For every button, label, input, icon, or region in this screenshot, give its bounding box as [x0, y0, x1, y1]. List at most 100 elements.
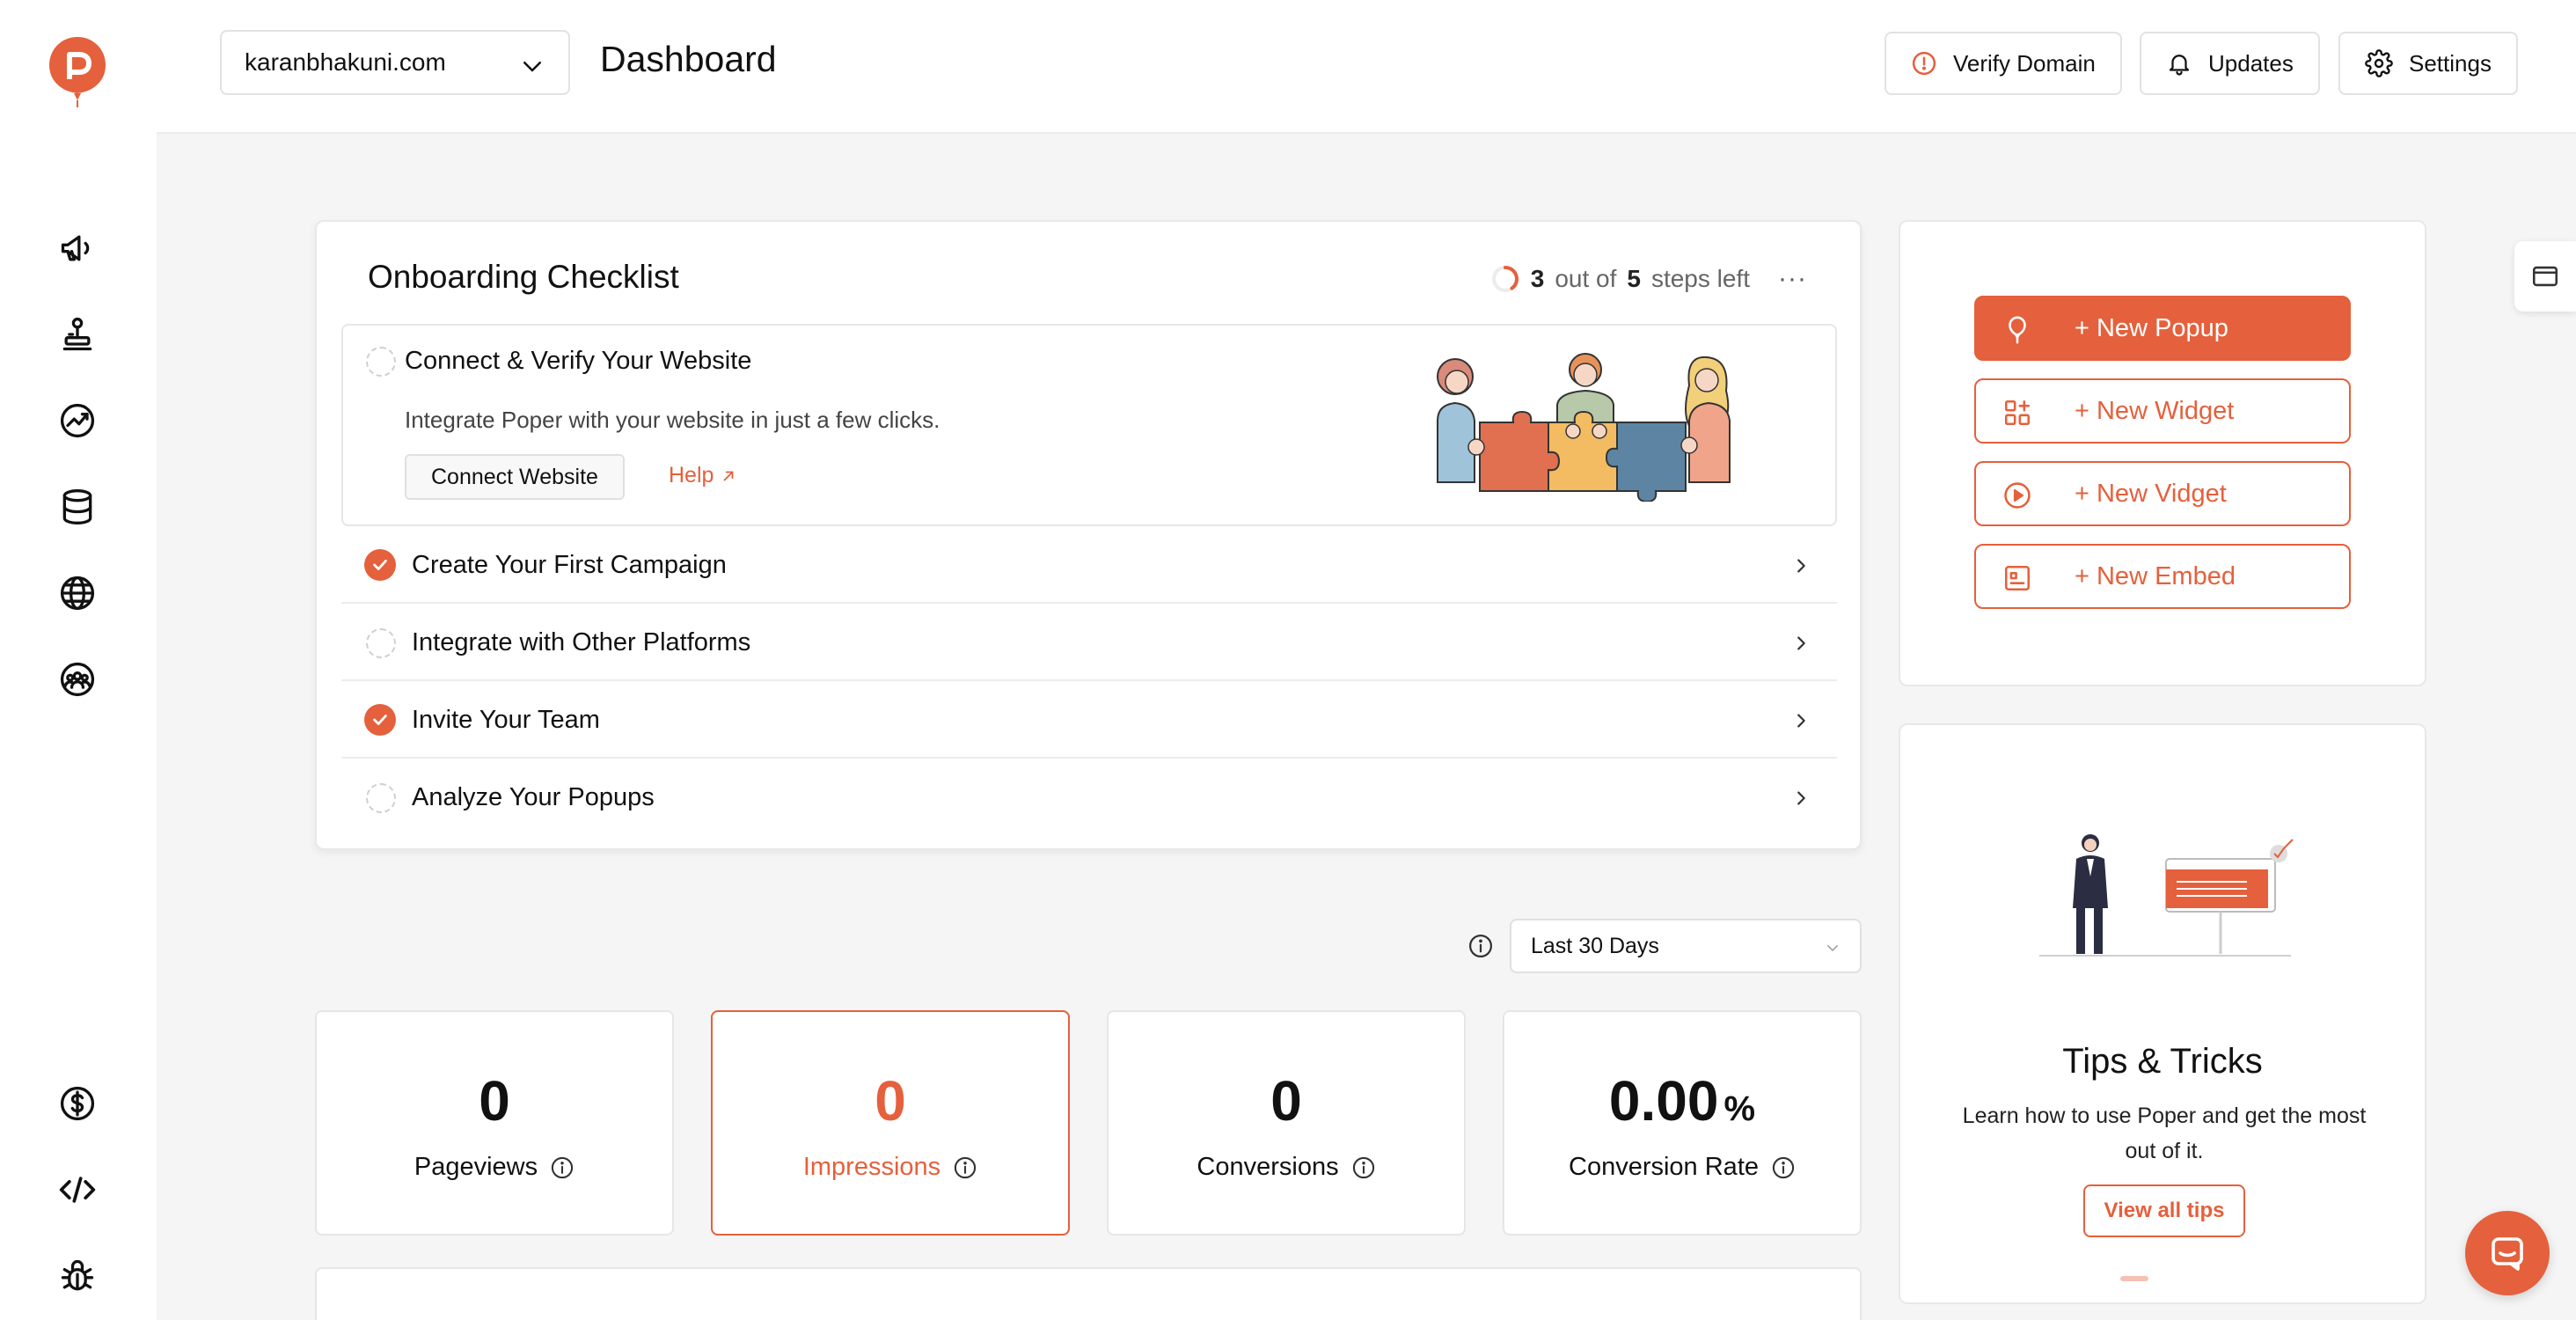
stat-number: 0	[1270, 1069, 1302, 1133]
domain-value: karanbhakuni.com	[245, 48, 446, 76]
info-icon[interactable]	[1467, 933, 1494, 959]
connect-website-button[interactable]: Connect Website	[405, 454, 625, 500]
stat-label: Pageviews	[317, 1153, 672, 1182]
more-options-icon[interactable]: ···	[1778, 264, 1807, 294]
step-description: Integrate Poper with your website in jus…	[405, 407, 940, 433]
date-range-select[interactable]: Last 30 Days	[1510, 919, 1862, 973]
step-title: Create Your First Campaign	[412, 551, 727, 579]
widget-icon	[2002, 398, 2032, 428]
stat-value: 0	[713, 1068, 1068, 1133]
chevron-right-icon	[1791, 556, 1811, 576]
step-pending-icon	[366, 347, 396, 377]
chevron-right-icon	[1791, 634, 1811, 653]
globe-icon[interactable]	[55, 570, 100, 616]
alert-info-icon	[1911, 50, 1937, 77]
step-done-check-icon	[364, 704, 396, 736]
stat-impressions[interactable]: 0 Impressions	[711, 1010, 1070, 1236]
arrow-up-right-icon	[721, 468, 736, 484]
database-icon[interactable]	[55, 484, 100, 530]
steps-out-of: out of	[1555, 265, 1617, 292]
steps-suffix: steps left	[1650, 265, 1751, 292]
analytics-chart-card	[315, 1267, 1862, 1320]
step-integrate-platforms[interactable]: Integrate with Other Platforms	[341, 604, 1837, 681]
stat-value: 0	[1109, 1068, 1464, 1133]
stat-pageviews[interactable]: 0 Pageviews	[315, 1010, 674, 1236]
stat-value: 0.00%	[1504, 1068, 1860, 1133]
chevron-down-icon	[519, 53, 545, 79]
joystick-icon[interactable]	[55, 312, 100, 357]
stat-number: 0.00	[1608, 1069, 1719, 1133]
info-icon[interactable]	[1771, 1155, 1796, 1180]
stat-label-text: Conversion Rate	[1569, 1153, 1759, 1181]
step-create-campaign[interactable]: Create Your First Campaign	[341, 526, 1837, 604]
new-vidget-label: + New Vidget	[2075, 479, 2227, 508]
code-icon[interactable]	[55, 1167, 100, 1213]
steps-remaining: 3	[1530, 265, 1545, 292]
updates-button[interactable]: Updates	[2140, 32, 2320, 95]
info-icon[interactable]	[953, 1155, 977, 1180]
step-analyze-popups[interactable]: Analyze Your Popups	[341, 759, 1837, 836]
tips-description: Learn how to use Poper and get the most …	[1962, 1104, 2367, 1163]
new-popup-button[interactable]: + New Popup	[1974, 296, 2351, 361]
stat-conversion-rate[interactable]: 0.00% Conversion Rate	[1503, 1010, 1862, 1236]
page-title: Dashboard	[600, 39, 777, 79]
progress-ring-icon	[1490, 264, 1520, 294]
date-range-value: Last 30 Days	[1531, 933, 1659, 958]
settings-button[interactable]: Settings	[2338, 32, 2518, 95]
sidebar	[0, 0, 157, 1320]
view-all-tips-button[interactable]: View all tips	[2083, 1184, 2245, 1237]
quick-actions-card: + New Popup + New Widget + New Vidget + …	[1899, 220, 2426, 686]
stat-label: Conversions	[1109, 1153, 1464, 1182]
chevron-down-icon	[1825, 940, 1841, 956]
poper-logo[interactable]	[48, 35, 107, 109]
new-embed-button[interactable]: + New Embed	[1974, 544, 2351, 609]
step-invite-team[interactable]: Invite Your Team	[341, 681, 1837, 759]
new-vidget-button[interactable]: + New Vidget	[1974, 461, 2351, 526]
new-widget-button[interactable]: + New Widget	[1974, 378, 2351, 444]
step-pending-icon	[366, 783, 396, 813]
step-title: Invite Your Team	[412, 706, 600, 734]
embed-icon	[2002, 563, 2032, 593]
stat-number: 0	[479, 1069, 510, 1133]
bug-icon[interactable]	[55, 1253, 100, 1299]
step-pending-icon	[366, 628, 396, 658]
team-puzzle-illustration	[1425, 350, 1751, 502]
team-icon[interactable]	[55, 656, 100, 702]
stat-number: 0	[875, 1069, 906, 1133]
help-link[interactable]: Help	[669, 463, 736, 488]
stat-suffix: %	[1723, 1089, 1756, 1128]
step-title: Integrate with Other Platforms	[412, 628, 751, 656]
step-title: Connect & Verify Your Website	[405, 347, 752, 375]
onboarding-progress: 3 out of 5 steps left ···	[1490, 264, 1807, 294]
stat-label-text: Impressions	[802, 1153, 941, 1181]
domain-select[interactable]: karanbhakuni.com	[220, 30, 570, 95]
side-panel-toggle[interactable]	[2514, 241, 2576, 312]
steps-total: 5	[1627, 265, 1641, 292]
info-icon[interactable]	[550, 1155, 574, 1180]
step-connect-website: Connect & Verify Your Website Integrate …	[341, 324, 1837, 526]
new-embed-label: + New Embed	[2075, 561, 2236, 590]
tips-illustration	[2032, 824, 2305, 991]
tips-title: Tips & Tricks	[2062, 1042, 2263, 1081]
new-widget-label: + New Widget	[2075, 396, 2235, 425]
trend-chart-icon[interactable]	[55, 398, 100, 444]
carousel-indicator[interactable]	[2120, 1276, 2148, 1281]
megaphone-icon[interactable]	[55, 225, 100, 271]
verify-domain-button[interactable]: Verify Domain	[1884, 32, 2122, 95]
updates-label: Updates	[2208, 49, 2294, 77]
dollar-icon[interactable]	[55, 1081, 100, 1126]
stat-label-text: Pageviews	[413, 1153, 538, 1181]
onboarding-checklist-card: Onboarding Checklist 3 out of 5 steps le…	[315, 220, 1862, 850]
verify-domain-label: Verify Domain	[1953, 49, 2096, 77]
chat-support-button[interactable]	[2465, 1211, 2550, 1295]
stat-label: Conversion Rate	[1504, 1153, 1860, 1182]
top-header: karanbhakuni.com Dashboard Verify Domain…	[157, 0, 2576, 134]
stat-conversions[interactable]: 0 Conversions	[1107, 1010, 1466, 1236]
tips-card: Tips & Tricks Learn how to use Poper and…	[1899, 723, 2426, 1304]
play-icon	[2002, 480, 2032, 510]
onboarding-title: Onboarding Checklist	[368, 259, 679, 295]
new-popup-label: + New Popup	[2075, 313, 2228, 342]
settings-label: Settings	[2409, 49, 2492, 77]
info-icon[interactable]	[1351, 1155, 1376, 1180]
stat-label: Impressions	[713, 1153, 1068, 1182]
